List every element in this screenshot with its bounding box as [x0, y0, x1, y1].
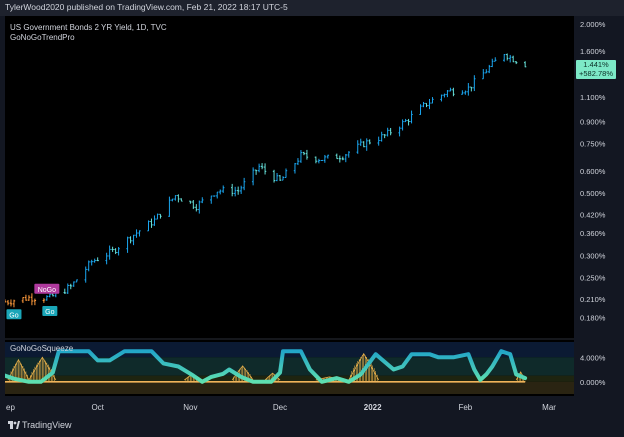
squeeze-tick-label: 0.000%: [580, 378, 606, 387]
y-tick-label: 1.100%: [580, 93, 606, 102]
squeeze-title: GoNoGoSqueeze: [10, 344, 74, 353]
y-tick-label: 0.210%: [580, 295, 606, 304]
chart-frame[interactable]: Go NoGo Go US Government Bonds 2 YR Yield,…: [5, 16, 574, 396]
publisher-bar: TylerWood2020 published on TradingView.c…: [0, 0, 624, 16]
y-tick-label: 0.900%: [580, 117, 606, 126]
y-tick-label: 0.420%: [580, 210, 606, 219]
x-tick-label: Mar: [542, 403, 556, 412]
x-tick-label: 2022: [364, 403, 382, 412]
y-tick-label: 0.360%: [580, 229, 606, 238]
symbol-title: US Government Bonds 2 YR Yield, 1D, TVC: [10, 23, 167, 32]
last-price-change: +582.78%: [579, 69, 613, 78]
squeeze-tick-label: 4.000%: [580, 353, 606, 362]
indicator-title: GoNoGoTrendPro: [10, 33, 75, 42]
x-tick-label: Feb: [458, 403, 472, 412]
y-tick-label: 0.250%: [580, 274, 606, 283]
x-tick-label: ep: [6, 403, 15, 412]
y-tick-label: 0.600%: [580, 167, 606, 176]
y-tick-label: 0.750%: [580, 140, 606, 149]
last-price-tag: 1.441% +582.78%: [576, 60, 616, 79]
x-tick-label: Nov: [183, 403, 197, 412]
publisher-text: TylerWood2020 published on TradingView.c…: [5, 2, 288, 12]
squeeze-band-low: [5, 375, 574, 382]
last-price-value: 1.441%: [583, 60, 609, 69]
footer-brand: TradingView: [22, 420, 72, 430]
y-tick-label: 0.180%: [580, 314, 606, 323]
footer-bar: TradingView: [0, 414, 624, 437]
signal-badge-label: Go: [45, 309, 54, 316]
y-tick-label: 2.000%: [580, 20, 606, 29]
y-tick-label: 0.500%: [580, 189, 606, 198]
y-tick-label: 0.300%: [580, 251, 606, 260]
signal-badge-label: Go: [9, 312, 18, 319]
chart-canvas[interactable]: Go NoGo Go: [5, 16, 574, 396]
signal-badge-label: NoGo: [38, 287, 56, 294]
x-tick-label: Oct: [91, 403, 104, 412]
squeeze-band-base: [5, 381, 574, 394]
tradingview-logo-icon: [8, 421, 20, 429]
x-tick-label: Dec: [273, 403, 287, 412]
y-tick-label: 1.600%: [580, 47, 606, 56]
